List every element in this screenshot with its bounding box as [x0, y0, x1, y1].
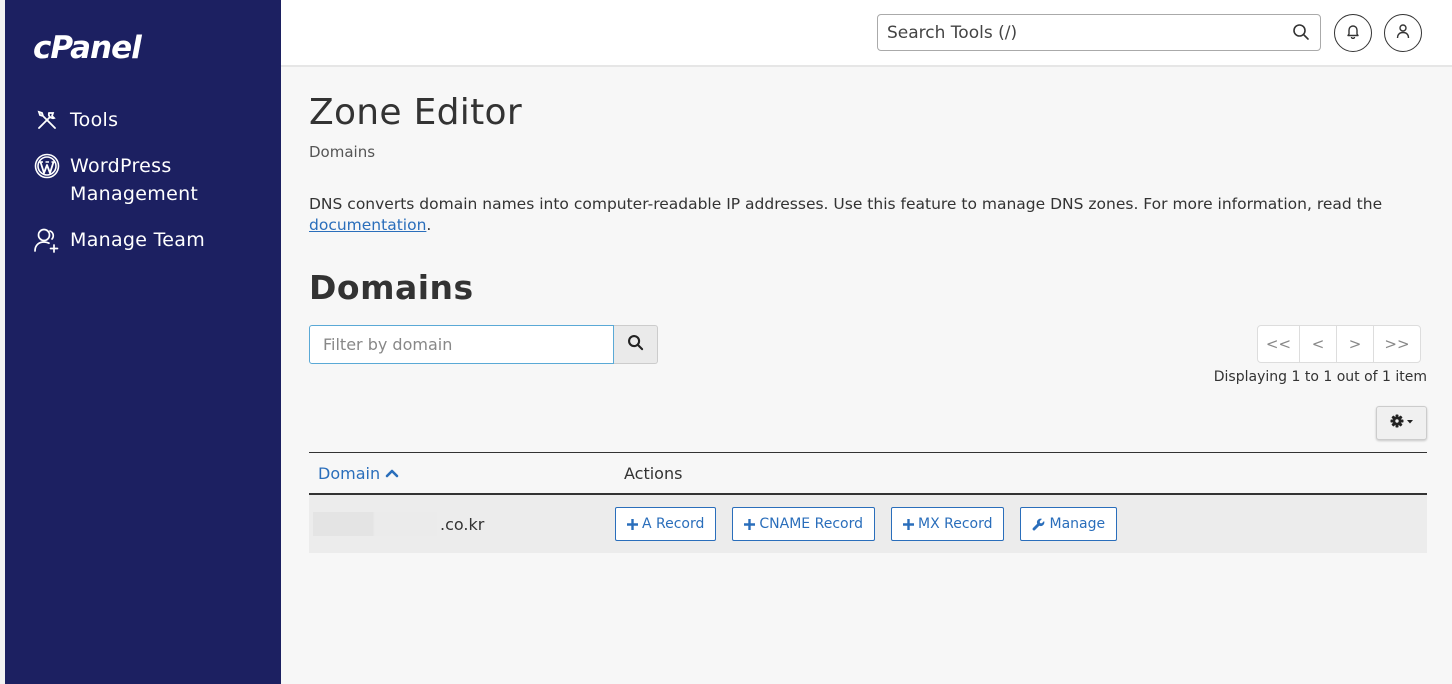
- description-end: .: [426, 216, 432, 234]
- domain-header-label: Domain: [318, 463, 381, 483]
- sidebar-item-label: WordPress Management: [70, 155, 199, 205]
- documentation-link[interactable]: documentation: [309, 216, 426, 234]
- tools-icon: [33, 106, 61, 134]
- add-cname-record-button[interactable]: CNAME Record: [732, 507, 875, 541]
- actions-column-header: Actions: [624, 463, 683, 483]
- section-title: Domains: [309, 268, 474, 307]
- gear-icon: [1389, 413, 1415, 433]
- top-bar: [281, 0, 1452, 67]
- filter-domain-input[interactable]: [309, 325, 614, 364]
- table-row: .co.kr A Record CNAME Record MX Record M…: [309, 495, 1427, 553]
- search-tools-input[interactable]: [878, 15, 1278, 50]
- redacted-domain: [313, 512, 437, 536]
- manage-button[interactable]: Manage: [1020, 507, 1118, 541]
- user-icon: [1395, 23, 1411, 43]
- add-a-record-button[interactable]: A Record: [615, 507, 717, 541]
- breadcrumb: Domains: [309, 143, 376, 161]
- sidebar-item-label: Tools: [70, 109, 119, 131]
- manage-team-icon: [33, 226, 61, 254]
- sort-ascending-icon: [385, 468, 399, 478]
- next-page-button[interactable]: >: [1337, 326, 1374, 362]
- cname-record-label: CNAME Record: [759, 516, 863, 532]
- page-description: DNS converts domain names into computer-…: [309, 194, 1429, 236]
- domain-column-header[interactable]: Domain: [309, 464, 615, 483]
- page-title: Zone Editor: [309, 92, 522, 133]
- manage-label: Manage: [1049, 516, 1106, 532]
- domain-suffix: .co.kr: [440, 514, 485, 534]
- sidebar-item-manage-team[interactable]: Manage Team: [33, 226, 205, 254]
- pagination: << < > >>: [1257, 325, 1421, 363]
- cpanel-logo[interactable]: cPanel: [33, 30, 142, 66]
- sidebar-item-label: Manage Team: [70, 229, 206, 251]
- sidebar: cPanel Tools WordPress Management Manage…: [5, 0, 281, 684]
- last-page-button[interactable]: >>: [1374, 326, 1420, 362]
- notifications-button[interactable]: [1334, 14, 1372, 52]
- plus-icon: [627, 518, 638, 530]
- prev-page-button[interactable]: <: [1300, 326, 1337, 362]
- search-tools-box: [877, 14, 1321, 51]
- wrench-icon: [1032, 518, 1045, 531]
- search-icon: [627, 334, 644, 355]
- description-text: DNS converts domain names into computer-…: [309, 195, 1383, 213]
- user-menu-button[interactable]: [1384, 14, 1422, 52]
- row-actions: A Record CNAME Record MX Record Manage: [615, 507, 1133, 541]
- domains-table: Domain Actions .co.kr A Record CNAME Rec…: [309, 452, 1427, 553]
- domain-filter: [309, 325, 658, 364]
- filter-search-button[interactable]: [614, 325, 658, 364]
- plus-icon: [902, 518, 914, 530]
- a-record-label: A Record: [642, 516, 705, 532]
- sidebar-item-tools[interactable]: Tools: [33, 106, 118, 134]
- add-mx-record-button[interactable]: MX Record: [890, 507, 1005, 541]
- settings-dropdown-button[interactable]: [1376, 406, 1427, 440]
- domain-cell: .co.kr: [309, 512, 615, 536]
- mx-record-label: MX Record: [917, 516, 993, 532]
- first-page-button[interactable]: <<: [1258, 326, 1300, 362]
- wordpress-icon: [33, 152, 61, 180]
- bell-icon: [1345, 23, 1361, 43]
- plus-icon: [744, 518, 756, 530]
- pagination-info: Displaying 1 to 1 out of 1 item: [1213, 369, 1427, 385]
- sidebar-item-wordpress-management[interactable]: WordPress Management: [33, 152, 220, 208]
- search-icon[interactable]: [1292, 23, 1310, 45]
- table-header: Domain Actions: [309, 452, 1427, 495]
